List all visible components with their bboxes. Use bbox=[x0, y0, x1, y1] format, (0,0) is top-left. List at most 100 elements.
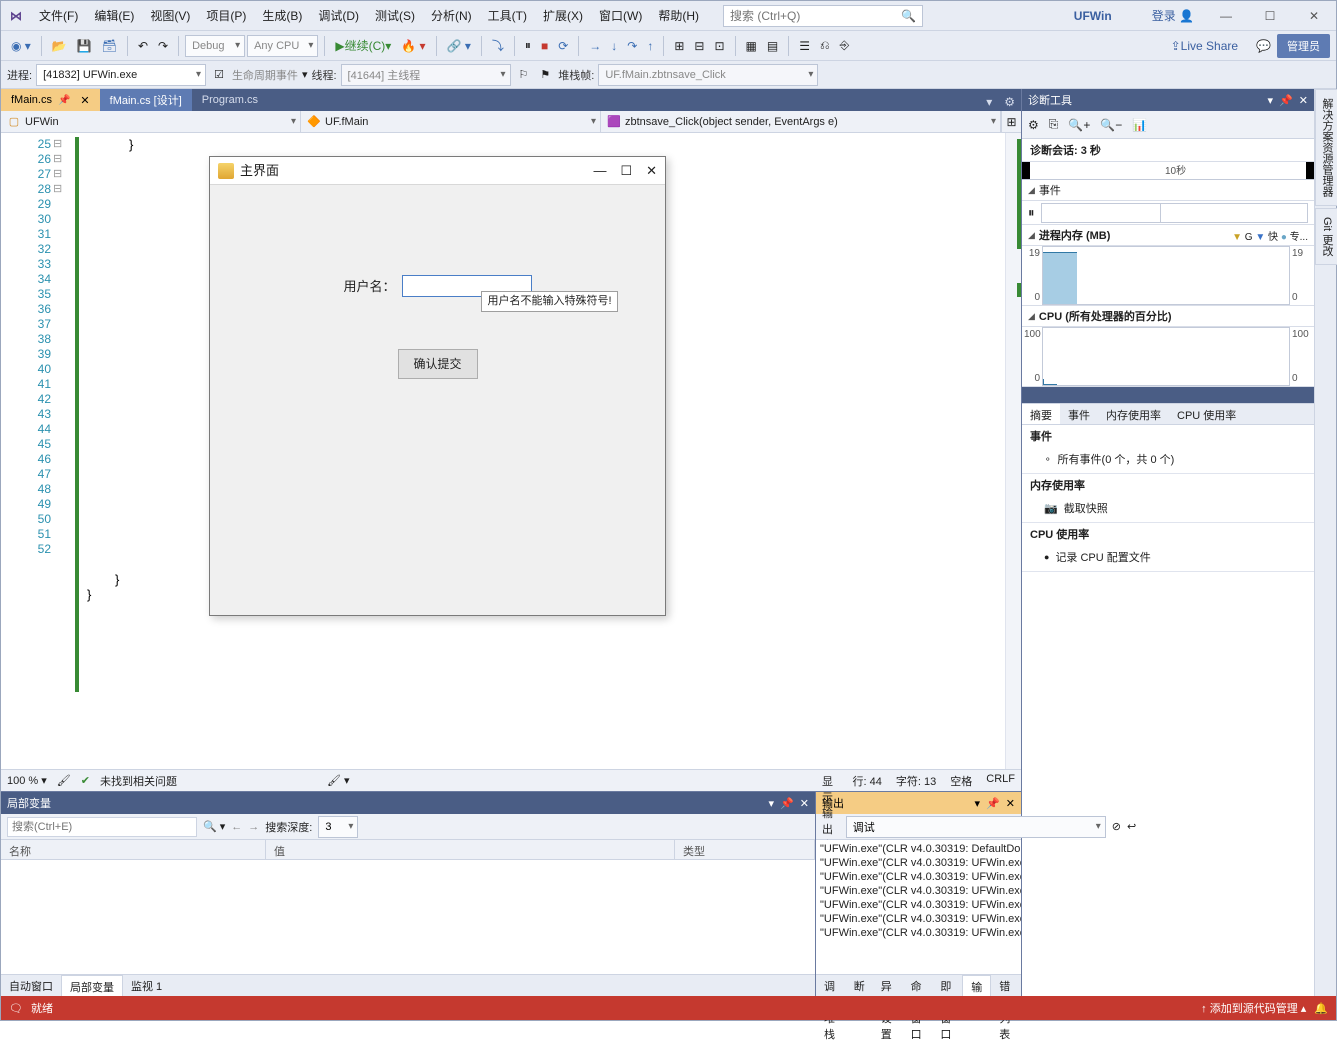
zoom-in-icon[interactable]: 🔍+ bbox=[1068, 118, 1090, 132]
line-indicator[interactable]: 行: 44 bbox=[853, 773, 882, 789]
menu-help[interactable]: 帮助(H) bbox=[650, 2, 707, 29]
events-all-link[interactable]: ⚬所有事件(0 个，共 0 个) bbox=[1030, 448, 1306, 470]
tab-program-cs[interactable]: Program.cs bbox=[192, 89, 268, 111]
dialog-minimize-icon[interactable]: — bbox=[593, 163, 606, 178]
step-out-icon[interactable]: ↑ bbox=[643, 37, 657, 55]
undo-icon[interactable]: ↶ bbox=[134, 37, 152, 55]
save-all-icon[interactable]: 🗃 bbox=[98, 37, 121, 55]
nav-class-combo[interactable]: 🔶UF.fMain bbox=[301, 111, 601, 132]
pin-icon[interactable]: 📌 bbox=[58, 95, 70, 106]
search-icon[interactable]: 🔍 ▾ bbox=[203, 820, 225, 833]
save-icon[interactable]: 💾 bbox=[73, 37, 96, 55]
nav-project-combo[interactable]: ▢UFWin bbox=[1, 111, 301, 132]
flag-icon[interactable]: ⚐ bbox=[515, 66, 533, 83]
record-cpu-link[interactable]: ●记录 CPU 配置文件 bbox=[1030, 546, 1306, 568]
tb-ico-1[interactable]: ⊞ bbox=[670, 37, 688, 55]
panel-close-icon[interactable]: ✕ bbox=[800, 797, 809, 810]
nav-back-icon[interactable]: ◉ ▾ bbox=[7, 37, 35, 55]
select-tools-icon[interactable]: ⎘ bbox=[1049, 117, 1059, 132]
eol-indicator[interactable]: CRLF bbox=[986, 773, 1015, 789]
browser-link-icon[interactable]: 🔗 ▾ bbox=[443, 37, 475, 55]
minimize-button[interactable]: — bbox=[1204, 2, 1248, 30]
menu-debug[interactable]: 调试(D) bbox=[310, 2, 367, 29]
tab-fmain-cs[interactable]: fMain.cs📌✕ bbox=[1, 89, 100, 111]
submit-button[interactable]: 确认提交 bbox=[398, 349, 478, 379]
nav-method-combo[interactable]: 🟪zbtnsave_Click(object sender, EventArgs… bbox=[601, 111, 1001, 132]
events-track[interactable] bbox=[1041, 203, 1309, 223]
diag-tab-events[interactable]: 事件 bbox=[1060, 404, 1098, 424]
menu-project[interactable]: 项目(P) bbox=[198, 2, 254, 29]
tab-watch1[interactable]: 监视 1 bbox=[123, 975, 170, 996]
feedback-icon[interactable]: 💬 bbox=[1252, 37, 1275, 55]
take-snapshot-link[interactable]: 📷截取快照 bbox=[1030, 497, 1306, 519]
notifications-icon[interactable]: 🔔 bbox=[1314, 1002, 1328, 1015]
tab-callstack[interactable]: 调用堆栈 bbox=[816, 975, 846, 996]
tb-ico-8[interactable]: ⎆ bbox=[836, 36, 854, 55]
restart-icon[interactable]: ⟳ bbox=[554, 37, 572, 55]
panel-close-icon[interactable]: ✕ bbox=[1006, 797, 1015, 810]
flag2-icon[interactable]: ⚑ bbox=[536, 66, 554, 83]
scm-link[interactable]: ↑ 添加到源代码管理 ▴ bbox=[1201, 1000, 1306, 1016]
process-combo[interactable]: [41832] UFWin.exe bbox=[36, 64, 206, 86]
menu-window[interactable]: 窗口(W) bbox=[591, 2, 650, 29]
lifecycle-icon[interactable]: ☑ bbox=[210, 66, 228, 83]
diagnostics-header[interactable]: 诊断工具 ▾📌✕ bbox=[1022, 89, 1314, 111]
overview-ruler[interactable] bbox=[1005, 133, 1021, 769]
dialog-close-icon[interactable]: ✕ bbox=[646, 163, 657, 178]
split-icon[interactable]: ⊞ bbox=[1001, 111, 1021, 132]
menu-analyze[interactable]: 分析(N) bbox=[423, 2, 480, 29]
step-into-new-icon[interactable]: ⤵ bbox=[488, 35, 508, 56]
show-next-icon[interactable]: → bbox=[585, 37, 605, 55]
output-text[interactable]: "UFWin.exe"(CLR v4.0.30319: DefaultDomai… bbox=[816, 840, 1021, 974]
tb-ico-7[interactable]: ⎌ bbox=[816, 36, 834, 55]
diag-cpu-header[interactable]: ◢CPU (所有处理器的百分比) bbox=[1022, 306, 1314, 327]
pause-events-icon[interactable]: ⏸ bbox=[1028, 205, 1035, 221]
tab-output[interactable]: 输出 bbox=[962, 975, 991, 996]
menu-edit[interactable]: 编辑(E) bbox=[86, 2, 142, 29]
reset-view-icon[interactable]: 📊 bbox=[1132, 118, 1147, 132]
diag-tab-memory[interactable]: 内存使用率 bbox=[1098, 404, 1169, 424]
panel-pin-icon[interactable]: 📌 bbox=[780, 797, 794, 810]
vtab-git-changes[interactable]: Git 更改 bbox=[1315, 208, 1337, 265]
global-search[interactable]: 🔍 bbox=[723, 5, 923, 27]
tab-fmain-design[interactable]: fMain.cs [设计] bbox=[100, 89, 192, 111]
diag-tab-summary[interactable]: 摘要 bbox=[1022, 404, 1060, 424]
continue-button[interactable]: ▶ 继续(C) ▾ bbox=[331, 35, 395, 56]
panel-pin-icon[interactable]: 📌 bbox=[1279, 94, 1293, 107]
col-indicator[interactable]: 字符: 13 bbox=[896, 773, 936, 789]
memory-chart[interactable]: 190 190 bbox=[1022, 246, 1314, 306]
tb-ico-3[interactable]: ⊡ bbox=[710, 37, 728, 55]
tb-ico-2[interactable]: ⊟ bbox=[690, 37, 708, 55]
redo-icon[interactable]: ↷ bbox=[154, 37, 172, 55]
menu-extensions[interactable]: 扩展(X) bbox=[535, 2, 591, 29]
menu-file[interactable]: 文件(F) bbox=[31, 2, 86, 29]
locals-panel-header[interactable]: 局部变量 ▾📌✕ bbox=[1, 792, 815, 814]
depth-combo[interactable]: 3 bbox=[318, 816, 358, 838]
hot-reload-icon[interactable]: 🔥 ▾ bbox=[397, 37, 429, 55]
menu-view[interactable]: 视图(V) bbox=[142, 2, 198, 29]
diag-tab-cpu[interactable]: CPU 使用率 bbox=[1169, 404, 1244, 424]
tab-breakpoints[interactable]: 断点 bbox=[846, 975, 873, 996]
brush-icon[interactable]: 🖌 bbox=[57, 774, 71, 787]
platform-combo[interactable]: Any CPU bbox=[247, 35, 318, 57]
brush2-icon[interactable]: 🖌 ▾ bbox=[327, 774, 350, 787]
global-search-input[interactable] bbox=[730, 9, 901, 23]
tab-exceptions[interactable]: 异常设置 bbox=[873, 975, 903, 996]
tab-immediate[interactable]: 即时窗口 bbox=[932, 975, 962, 996]
panel-pin-icon[interactable]: 📌 bbox=[986, 797, 1000, 810]
stop-icon[interactable]: ■ bbox=[537, 37, 552, 55]
code-editor[interactable]: } } } 主界面 — ☐ ✕ bbox=[79, 133, 1005, 769]
diag-memory-header[interactable]: ◢进程内存 (MB)▼ G ▼ 快 ● 专... bbox=[1022, 225, 1314, 246]
tab-command[interactable]: 命令窗口 bbox=[903, 975, 933, 996]
zoom-out-icon[interactable]: 🔍− bbox=[1100, 118, 1122, 132]
tb-ico-4[interactable]: ▦ bbox=[742, 37, 761, 55]
panel-menu-icon[interactable]: ▾ bbox=[1268, 94, 1274, 107]
output-panel-header[interactable]: 输出 ▾📌✕ bbox=[816, 792, 1021, 814]
tab-settings-icon[interactable]: ⚙ bbox=[998, 93, 1021, 111]
cpu-chart[interactable]: 1000 1000 bbox=[1022, 327, 1314, 387]
tab-overflow-icon[interactable]: ▾ bbox=[980, 93, 998, 111]
close-button[interactable]: ✕ bbox=[1292, 2, 1336, 30]
tb-ico-5[interactable]: ▤ bbox=[763, 37, 782, 55]
output-source-combo[interactable]: 调试 bbox=[846, 816, 1106, 838]
menu-test[interactable]: 测试(S) bbox=[367, 2, 423, 29]
